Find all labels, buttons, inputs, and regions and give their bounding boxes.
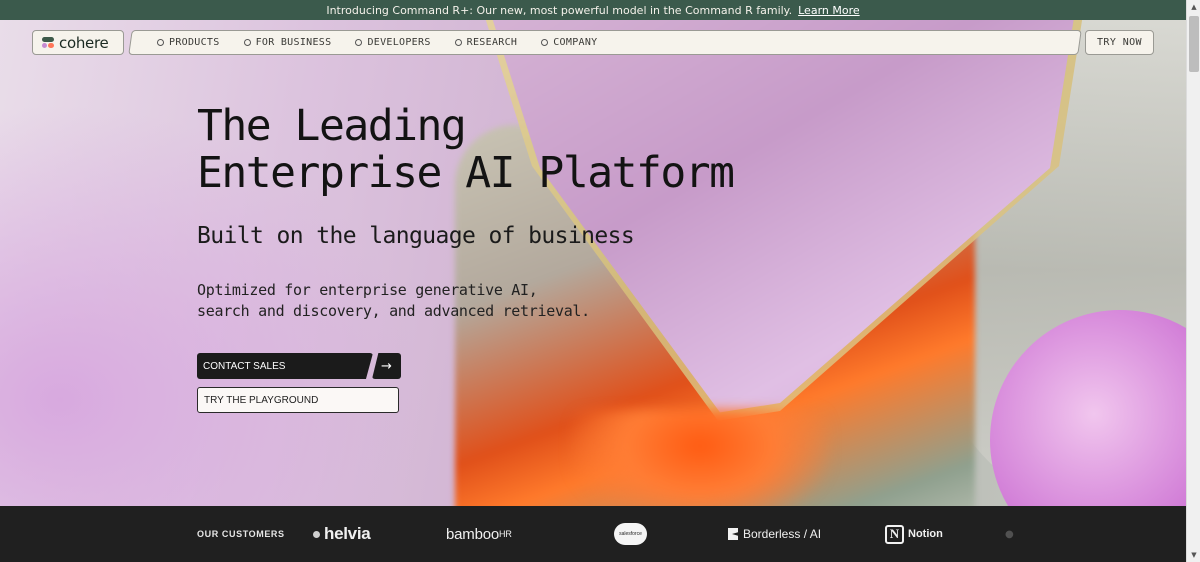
arrow-right-icon[interactable]: → [372,353,401,379]
announcement-text: Introducing Command R+: Our new, most po… [326,3,793,17]
helvia-logo: helvia [313,506,371,562]
notion-icon: N [885,524,904,544]
circle-icon [355,39,363,46]
main-menu: PRODUCTS FOR BUSINESS DEVELOPERS RESEARC… [157,30,597,55]
bg-shape-glow [570,410,830,506]
cohere-logo-icon [42,37,54,48]
logo-wordmark: cohere [59,33,109,52]
customers-band: OUR CUSTOMERS helvia bamboo HR salesforce… [0,506,1186,562]
hero-description: Optimized for enterprise generative AI, … [197,280,734,322]
salesforce-cloud-icon: salesforce [614,523,647,545]
helvia-wordmark: helvia [324,524,371,543]
nav-item-label: RESEARCH [466,37,518,48]
nav-item-for-business[interactable]: FOR BUSINESS [243,37,332,48]
bamboo-suffix: HR [499,529,512,539]
hero-subtitle: Built on the language of business [197,223,635,249]
hero-description-line1: Optimized for enterprise generative AI, [197,281,538,299]
announcement-bar: Introducing Command R+: Our new, most po… [0,0,1186,20]
borderless-ai-logo: Borderless / AI [728,506,821,562]
learn-more-link[interactable]: Learn More [798,4,860,17]
circle-icon [541,39,549,46]
circle-icon [454,39,462,46]
notion-wordmark: Notion [908,528,943,540]
circle-icon [157,39,164,46]
contact-sales-button[interactable]: CONTACT SALES [197,353,373,379]
nav-item-research[interactable]: RESEARCH [454,37,518,48]
nav-item-label: FOR BUSINESS [255,37,332,48]
borderless-mark-icon [728,528,738,540]
borderless-wordmark: Borderless / AI [743,527,822,541]
hero-title: The Leading Enterprise AI Platform [197,101,735,198]
scroll-down-icon[interactable]: ▼ [1187,548,1200,562]
cohere-logo[interactable]: cohere [32,30,124,55]
bamboo-wordmark: bamboo [446,525,500,543]
scroll-thumb[interactable] [1189,16,1199,72]
try-playground-button[interactable]: TRY THE PLAYGROUND [197,387,399,413]
hero-title-line1: The Leading [197,101,467,151]
nav-item-products[interactable]: PRODUCTS [157,37,220,48]
nav-item-developers[interactable]: DEVELOPERS [355,37,430,48]
logo-fade-overlay [946,506,1186,562]
nav-item-label: DEVELOPERS [367,37,431,48]
primary-cta-group: CONTACT SALES → [197,353,401,379]
helvia-dot-icon [313,530,320,538]
try-now-button[interactable]: TRY NOW [1085,30,1154,55]
nav-item-company[interactable]: COMPANY [541,37,597,48]
scroll-up-icon[interactable]: ▲ [1187,0,1200,14]
nav-item-label: COMPANY [553,37,598,48]
hero-title-line2: Enterprise AI Platform [197,148,735,198]
customers-label: OUR CUSTOMERS [197,529,285,539]
hero-description-line2: search and discovery, and advanced retri… [197,302,590,320]
notion-logo: N Notion [885,506,943,562]
top-navbar: cohere PRODUCTS FOR BUSINESS DEVELOPERS … [0,30,1186,56]
bamboohr-logo: bamboo HR [446,506,512,562]
salesforce-logo: salesforce [614,506,647,562]
vertical-scrollbar[interactable]: ▲ ▼ [1186,0,1200,562]
circle-icon [243,39,251,46]
hero-copy: The Leading Enterprise AI Platform Built… [197,101,735,322]
nav-item-label: PRODUCTS [169,37,220,48]
